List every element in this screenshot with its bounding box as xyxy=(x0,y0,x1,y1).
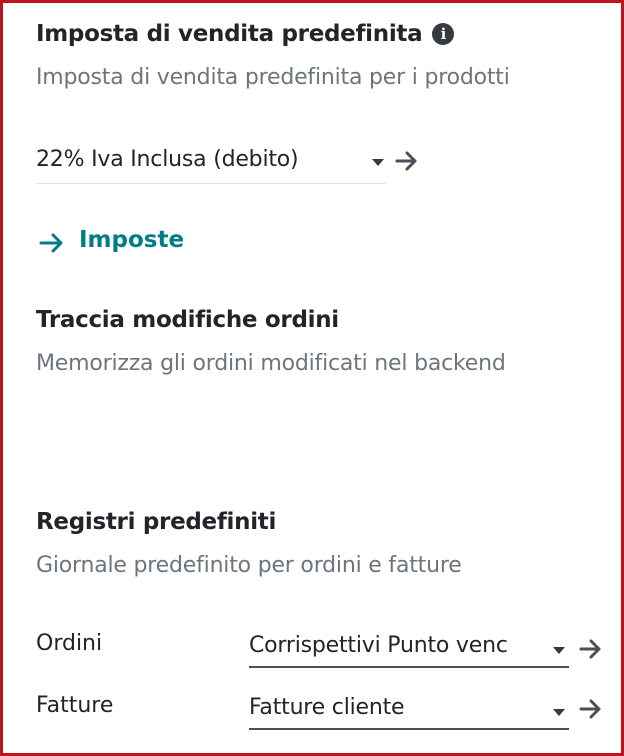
orders-journal-value: Corrispettivi Punto venc xyxy=(249,633,508,658)
caret-down-icon[interactable] xyxy=(553,709,565,716)
arrow-right-icon[interactable] xyxy=(579,699,603,719)
invoices-journal-underline xyxy=(249,728,569,730)
sales-tax-select[interactable]: 22% Iva Inclusa (debito) xyxy=(36,143,386,183)
sales-tax-title: Imposta di vendita predefinita xyxy=(36,21,423,47)
info-icon[interactable]: i xyxy=(432,23,455,45)
settings-panel: Imposta di vendita predefinita i Imposta … xyxy=(0,0,624,756)
orders-label: Ordini xyxy=(36,631,103,656)
arrow-right-icon[interactable] xyxy=(579,639,603,659)
track-orders-title: Traccia modifiche ordini xyxy=(36,307,339,333)
taxes-link-label[interactable]: Imposte xyxy=(79,227,184,253)
sales-tax-value: 22% Iva Inclusa (debito) xyxy=(36,147,299,172)
orders-journal-underline xyxy=(249,666,569,668)
caret-down-icon[interactable] xyxy=(553,647,565,654)
caret-down-icon[interactable] xyxy=(372,159,384,166)
arrow-right-icon[interactable] xyxy=(395,151,419,171)
orders-journal-select[interactable]: Corrispettivi Punto venc xyxy=(249,633,569,667)
default-journals-description: Giornale predefinito per ordini e fattur… xyxy=(36,553,462,578)
invoices-journal-select[interactable]: Fatture cliente xyxy=(249,695,549,729)
arrow-right-icon xyxy=(39,233,63,253)
default-journals-title: Registri predefiniti xyxy=(36,509,277,535)
invoices-journal-value: Fatture cliente xyxy=(249,695,405,720)
sales-tax-underline xyxy=(36,183,386,184)
sales-tax-heading: Imposta di vendita predefinita i xyxy=(36,21,455,47)
sales-tax-description: Imposta di vendita predefinita per i pro… xyxy=(36,65,510,90)
invoices-label: Fatture xyxy=(36,693,114,718)
track-orders-description: Memorizza gli ordini modificati nel back… xyxy=(36,351,506,376)
